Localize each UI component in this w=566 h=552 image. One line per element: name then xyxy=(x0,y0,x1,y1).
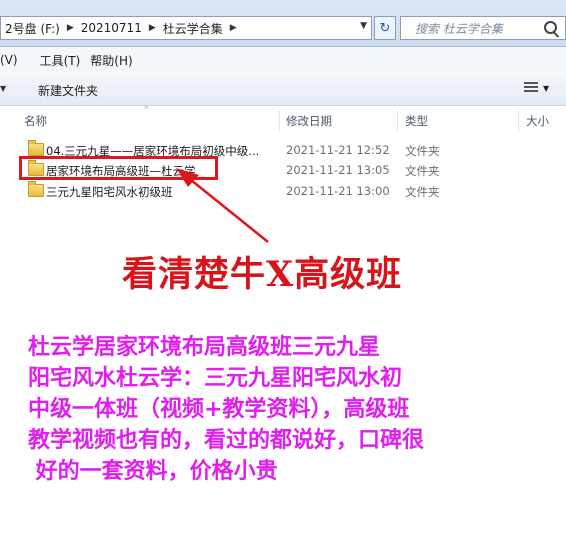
arrow-shaft xyxy=(190,179,269,243)
description-line: 中级一体班（视频+教学资料），高级班 xyxy=(28,397,410,422)
annotation-description: 杜云学居家环境布局高级班三元九星 阳宅风水杜云学：三元九星阳宅风水初 中级一体班… xyxy=(28,332,558,487)
description-line: 杜云学居家环境布局高级班三元九星 xyxy=(28,335,381,360)
annotation-title: 看清楚牛X高级班 xyxy=(122,254,403,295)
description-line: 教学视频也有的，看过的都说好，口碑很 xyxy=(28,428,425,453)
description-line: 阳宅风水杜云学：三元九星阳宅风水初 xyxy=(28,366,403,391)
description-line: 好的一套资料，价格小贵 xyxy=(28,459,278,484)
